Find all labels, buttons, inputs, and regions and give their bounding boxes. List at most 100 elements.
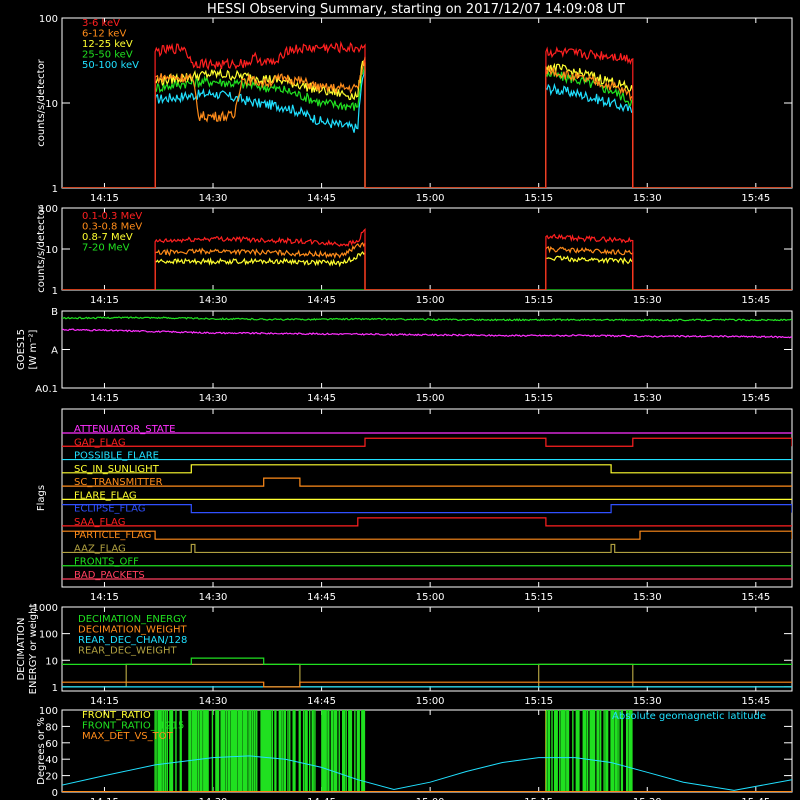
flag-label: GAP_FLAG [74, 437, 126, 448]
y-tick-label: 80 [45, 722, 58, 733]
y-tick-label: A [51, 346, 58, 357]
flag-label: SC_IN_SUNLIGHT [74, 464, 160, 475]
x-tick-label: 15:30 [633, 696, 662, 707]
legend-entry: 0.1-0.3 MeV [82, 211, 142, 222]
y-axis-label: Degrees or % [36, 717, 47, 785]
legend-entry: REAR_DEC_WEIGHT [78, 646, 177, 657]
x-tick-label: 14:30 [199, 295, 228, 306]
x-tick-label: 15:15 [524, 193, 553, 204]
x-tick-label: 14:45 [307, 393, 336, 404]
hessi-summary-figure: HESSI Observing Summary, starting on 201… [16, 2, 793, 800]
x-tick-label: 14:15 [90, 393, 119, 404]
flag-line-eclipse-flag [62, 504, 792, 514]
y-tick-label: 1 [52, 184, 58, 195]
flag-line-gap-flag [62, 437, 792, 447]
y-tick-label: 1 [52, 683, 58, 694]
plot-area-5 [62, 657, 792, 688]
series-line-decimation-energy [62, 657, 792, 665]
series-line-0-3-0-8-mev [62, 242, 792, 290]
series-line-3-6-kev [62, 40, 792, 188]
flag-label: POSSIBLE_FLARE [74, 451, 159, 462]
series-line-long [62, 316, 792, 322]
legend-entry: 25-50 keV [82, 50, 133, 61]
panel-frame-4 [61, 408, 793, 588]
x-tick-label: 14:15 [90, 295, 119, 306]
series-line-25-50-kev [62, 62, 792, 188]
panel-frame-2 [61, 207, 793, 291]
y-axis-label: counts/s/detector [36, 58, 47, 146]
flag-label: ECLIPSE_FLAG [74, 504, 145, 515]
series-line-short [62, 328, 792, 339]
y-axis-label-2: ENERGY or weight [28, 604, 39, 695]
legend-entry: 50-100 keV [82, 60, 139, 71]
x-tick-label: 15:30 [633, 193, 662, 204]
flag-label: SAA_FLAG [74, 517, 125, 528]
flag-label: PARTICLE_FLAG [74, 530, 151, 541]
x-tick-label: 15:30 [633, 592, 662, 603]
x-tick-label: 15:00 [416, 393, 445, 404]
x-tick-label: 15:00 [416, 696, 445, 707]
x-tick-label: 15:30 [633, 393, 662, 404]
x-tick-label: 14:45 [307, 696, 336, 707]
flag-line-sc-transmitter [62, 477, 792, 487]
x-tick-label: 15:30 [633, 295, 662, 306]
y-axis-label: DECIMATION [16, 617, 27, 680]
y-tick-label: 10 [45, 99, 58, 110]
flag-label: AAZ_FLAG [74, 543, 126, 554]
latitude-annotation: Absolute geomagnetic latitude [612, 711, 766, 722]
legend-entry: 12-25 keV [82, 39, 133, 50]
x-tick-label: 14:15 [90, 696, 119, 707]
figure-title: HESSI Observing Summary, starting on 201… [207, 2, 625, 17]
flag-label: FRONTS_OFF [74, 557, 139, 568]
flag-line-particle-flag [62, 530, 792, 540]
legend-entry: 0.8-7 MeV [82, 232, 133, 243]
y-tick-label: 20 [45, 772, 58, 783]
legend-entry: FRONT_RATIO_ 1215 [82, 721, 184, 732]
legend-entry: FRONT_RATIO [82, 710, 151, 721]
y-tick-label: A0.1 [35, 384, 58, 395]
x-tick-label: 15:45 [741, 295, 770, 306]
y-axis-label-2: [W m⁻²] [28, 329, 39, 369]
y-tick-label: 60 [45, 739, 58, 750]
x-tick-label: 14:30 [199, 696, 228, 707]
series-line-0-1-0-3-mev [62, 227, 792, 290]
x-tick-label: 14:30 [199, 592, 228, 603]
panels: 14:15 14:30 14:45 15:00 15:15 15:30 15:4511010… [16, 14, 793, 800]
flag-line-saa-flag [62, 517, 792, 527]
legend-entry: 6-12 keV [82, 29, 126, 40]
x-tick-label: 15:15 [524, 592, 553, 603]
x-tick-label: 15:00 [416, 592, 445, 603]
legend-entry: 7-20 MeV [82, 243, 130, 254]
x-tick-label: 15:45 [741, 592, 770, 603]
flag-label: FLARE_FLAG [74, 490, 137, 501]
y-tick-label: 10 [45, 245, 58, 256]
flag-label: ATTENUATOR_STATE [74, 424, 175, 435]
legend-entry: REAR_DEC_CHAN/128 [78, 635, 187, 646]
plot-area-2 [62, 227, 792, 290]
y-tick-label: 0 [52, 788, 58, 799]
legend-entry: 0.3-0.8 MeV [82, 222, 142, 233]
y-tick-label: 100 [39, 706, 58, 717]
legend-entry: 3-6 keV [82, 18, 120, 29]
plot-area-3 [62, 316, 792, 339]
flag-label: BAD_PACKETS [74, 570, 145, 581]
legend-entry: DECIMATION_ENERGY [78, 614, 187, 625]
y-tick-label: 100 [39, 630, 58, 641]
panel-frame-1 [61, 17, 793, 189]
x-tick-label: 15:45 [741, 393, 770, 404]
x-tick-label: 14:45 [307, 295, 336, 306]
y-tick-label: 40 [45, 755, 58, 766]
x-tick-label: 15:45 [741, 696, 770, 707]
x-tick-label: 14:45 [307, 592, 336, 603]
flag-label: SC_TRANSMITTER [74, 477, 163, 488]
legend-entry: MAX_DET_VS_TOT [82, 731, 174, 742]
series-line-rear-dec-weight [62, 663, 792, 688]
flag-line-aaz-flag [62, 543, 792, 554]
x-tick-label: 15:15 [524, 295, 553, 306]
series-line-6-12-kev [62, 59, 792, 188]
flag-line-sc-in-sunlight [62, 464, 792, 474]
y-axis-label: Flags [36, 485, 47, 511]
x-tick-label: 14:30 [199, 193, 228, 204]
legend-entry: DECIMATION_WEIGHT [78, 625, 187, 636]
panel-frame-3 [61, 310, 793, 389]
